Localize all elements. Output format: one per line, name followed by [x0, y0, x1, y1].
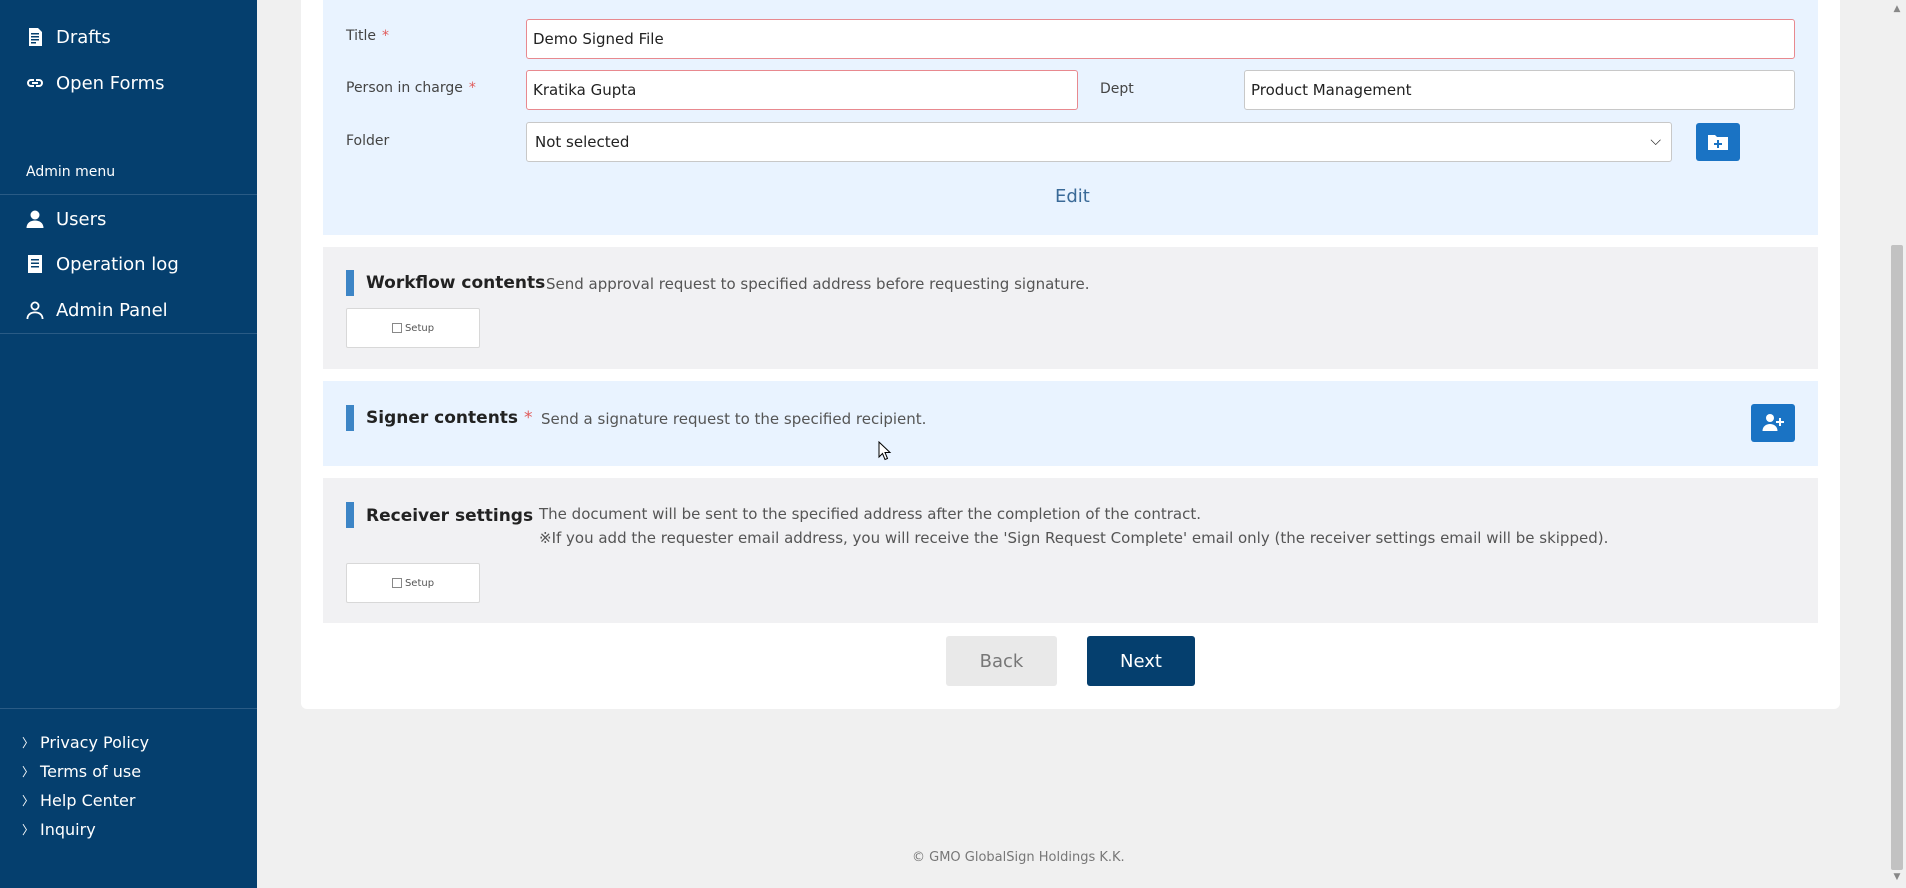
- folder-select[interactable]: Not selected ⌵: [526, 122, 1672, 162]
- scroll-thumb[interactable]: [1891, 245, 1903, 870]
- sidebar-item-operation-log[interactable]: Operation log: [0, 242, 257, 286]
- divider: [0, 333, 257, 334]
- user-plus-icon: [1762, 414, 1784, 431]
- folder-label: Folder: [346, 133, 390, 149]
- document-icon: [24, 26, 46, 48]
- receiver-setup-button[interactable]: Setup: [346, 563, 480, 603]
- sidebar-item-label: Drafts: [56, 26, 111, 48]
- footer-links: 〉 Privacy Policy 〉 Terms of use 〉 Help Cent…: [22, 728, 149, 844]
- scroll-up-icon[interactable]: ▲: [1892, 4, 1902, 14]
- next-button[interactable]: Next: [1087, 636, 1195, 686]
- admin-menu-label: Admin menu: [26, 164, 116, 180]
- chevron-right-icon: 〉: [22, 736, 35, 750]
- chevron-right-icon: 〉: [22, 765, 35, 779]
- sidebar: Drafts Open Forms Admin menu Users Opera…: [0, 0, 257, 888]
- sidebar-item-label: Admin Panel: [56, 299, 168, 321]
- user-icon: [24, 208, 46, 230]
- signer-title: Signer contents *: [366, 408, 533, 428]
- privacy-policy-link[interactable]: 〉 Privacy Policy: [22, 728, 149, 757]
- signer-desc: Send a signature request to the specifie…: [541, 410, 927, 428]
- back-button[interactable]: Back: [946, 636, 1057, 686]
- help-center-link[interactable]: 〉 Help Center: [22, 786, 149, 815]
- chevron-right-icon: 〉: [22, 823, 35, 837]
- link-icon: [24, 72, 46, 94]
- dept-label: Dept: [1100, 81, 1134, 97]
- log-icon: [24, 253, 46, 275]
- add-folder-button[interactable]: [1696, 123, 1740, 161]
- mouse-cursor-icon: [878, 441, 892, 461]
- person-in-charge-label: Person in charge *: [346, 80, 476, 96]
- scrollbar[interactable]: ▲ ▼: [1888, 0, 1906, 888]
- section-marker: [346, 502, 354, 528]
- workflow-desc: Send approval request to specified addre…: [546, 275, 1090, 293]
- workflow-title: Workflow contents: [366, 273, 546, 293]
- person-in-charge-input[interactable]: Kratika Gupta: [526, 70, 1078, 110]
- workflow-section: [323, 247, 1818, 369]
- dept-input[interactable]: Product Management: [1244, 70, 1795, 110]
- receiver-desc-line2: ※If you add the requester email address,…: [539, 529, 1609, 547]
- title-input[interactable]: Demo Signed File: [526, 19, 1795, 59]
- copyright: © GMO GlobalSign Holdings K.K.: [912, 850, 1125, 865]
- sidebar-item-open-forms[interactable]: Open Forms: [0, 61, 257, 105]
- edit-link[interactable]: Edit: [1055, 186, 1090, 207]
- title-label: Title *: [346, 28, 390, 44]
- receiver-section: [323, 478, 1818, 623]
- folder-plus-icon: [1708, 135, 1728, 150]
- scroll-down-icon[interactable]: ▼: [1892, 872, 1902, 882]
- terms-of-use-link[interactable]: 〉 Terms of use: [22, 757, 149, 786]
- checkbox-icon: [391, 578, 402, 588]
- divider: [0, 194, 257, 195]
- add-signer-button[interactable]: [1751, 404, 1795, 442]
- checkbox-icon: [391, 323, 402, 333]
- chevron-down-icon: ⌵: [1650, 133, 1661, 149]
- inquiry-link[interactable]: 〉 Inquiry: [22, 815, 149, 844]
- sidebar-item-label: Users: [56, 208, 107, 230]
- sidebar-item-users[interactable]: Users: [0, 197, 257, 241]
- receiver-desc-line1: The document will be sent to the specifi…: [539, 505, 1201, 523]
- sidebar-item-label: Operation log: [56, 253, 179, 275]
- receiver-title: Receiver settings: [366, 506, 534, 526]
- sidebar-item-drafts[interactable]: Drafts: [0, 15, 257, 59]
- section-marker: [346, 405, 354, 431]
- chevron-right-icon: 〉: [22, 794, 35, 808]
- section-marker: [346, 270, 354, 296]
- sidebar-item-label: Open Forms: [56, 72, 165, 94]
- divider: [0, 708, 257, 709]
- admin-icon: [24, 299, 46, 321]
- sidebar-item-admin-panel[interactable]: Admin Panel: [0, 288, 257, 332]
- workflow-setup-button[interactable]: Setup: [346, 308, 480, 348]
